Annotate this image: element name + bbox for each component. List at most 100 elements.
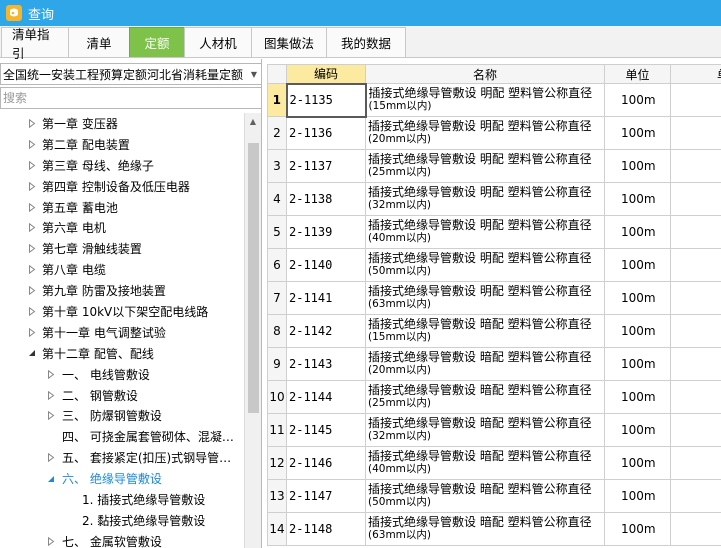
tree-scrollbar[interactable]: ▲ xyxy=(244,113,261,548)
header-code[interactable]: 编码 xyxy=(286,64,366,84)
tab-atlas-method[interactable]: 图集做法 xyxy=(251,27,327,57)
tree-item[interactable]: 第一章 变压器 xyxy=(0,113,244,134)
cell-code[interactable]: 2-1143 xyxy=(286,347,366,381)
triangle-right-icon[interactable] xyxy=(27,244,37,254)
tree-item[interactable]: 第十一章 电气调整试验 xyxy=(0,322,244,343)
cell-code[interactable]: 2-1145 xyxy=(286,413,366,447)
triangle-right-icon[interactable] xyxy=(27,139,37,149)
triangle-right-icon[interactable] xyxy=(46,390,56,400)
cell-name[interactable]: 插接式绝缘导管敷设 暗配 塑料管公称直径 (20mm以内) xyxy=(365,347,605,381)
header-price[interactable]: 单价 xyxy=(670,64,721,84)
cell-code[interactable]: 2-1139 xyxy=(286,215,366,249)
cell-name[interactable]: 插接式绝缘导管敷设 暗配 塑料管公称直径 (40mm以内) xyxy=(365,446,605,480)
tree-item[interactable]: 第三章 母线、绝缘子 xyxy=(0,155,244,176)
cell-price[interactable]: 5 xyxy=(670,83,721,117)
cell-unit[interactable]: 100m xyxy=(604,413,671,447)
table-row[interactable]: 42-1138插接式绝缘导管敷设 明配 塑料管公称直径(32mm以内)100m7 xyxy=(267,182,721,216)
search-input[interactable] xyxy=(0,87,262,109)
cell-price[interactable]: 7 xyxy=(670,512,721,546)
cell-name[interactable]: 插接式绝缘导管敷设 暗配 塑料管公称直径 (25mm以内) xyxy=(365,380,605,414)
cell-name[interactable]: 插接式绝缘导管敷设 暗配 塑料管公称直径 (50mm以内) xyxy=(365,479,605,513)
quota-library-select[interactable]: 全国统一安装工程预算定额河北省消耗量定额 ▼ xyxy=(0,63,262,85)
table-row[interactable]: 32-1137插接式绝缘导管敷设 明配 塑料管公称直径(25mm以内)100m6 xyxy=(267,149,721,183)
triangle-right-icon[interactable] xyxy=(46,536,56,546)
table-row[interactable]: 92-1143插接式绝缘导管敷设 暗配 塑料管公称直径(20mm以内)100m4 xyxy=(267,347,721,381)
cell-name[interactable]: 插接式绝缘导管敷设 明配 塑料管公称直径 (15mm以内) xyxy=(365,83,605,117)
cell-price[interactable]: 5 xyxy=(670,446,721,480)
cell-code[interactable]: 2-1141 xyxy=(286,281,366,315)
table-row[interactable]: 12-1135插接式绝缘导管敷设 明配 塑料管公称直径(15mm以内)100m5 xyxy=(267,82,721,118)
tree-item[interactable]: 三、 防爆钢管敷设 xyxy=(0,405,244,426)
tree-item[interactable]: 第四章 控制设备及低压电器 xyxy=(0,176,244,197)
chevron-down-icon[interactable]: ▼ xyxy=(247,70,261,79)
cell-unit[interactable]: 100m xyxy=(604,215,671,249)
table-row[interactable]: 12 2-1146 插接式绝缘导管敷设 暗配 塑料管公称直径 (40mm以内) 100m… xyxy=(267,446,721,480)
cell-name[interactable]: 插接式绝缘导管敷设 明配 塑料管公称直径 (32mm以内) xyxy=(365,182,605,216)
cell-code[interactable]: 2-1136 xyxy=(286,116,366,150)
tab-quota[interactable]: 定额 xyxy=(129,27,185,57)
triangle-right-icon[interactable] xyxy=(46,369,56,379)
triangle-right-icon[interactable] xyxy=(27,181,37,191)
tree-item[interactable]: 第十二章 配管、配线 xyxy=(0,343,244,364)
cell-name[interactable]: 插接式绝缘导管敷设 明配 塑料管公称直径 (40mm以内) xyxy=(365,215,605,249)
cell-code[interactable]: 2-1148 xyxy=(286,512,366,546)
tab-list-guide[interactable]: 清单指引 xyxy=(1,27,69,61)
triangle-right-icon[interactable] xyxy=(27,306,37,316)
table-row[interactable]: 10 2-1144 插接式绝缘导管敷设 暗配 塑料管公称直径 (25mm以内) 100m… xyxy=(267,380,721,414)
cell-name[interactable]: 插接式绝缘导管敷设 明配 塑料管公称直径 (25mm以内) xyxy=(365,149,605,183)
tree-item[interactable]: 六、 绝缘导管敷设 xyxy=(0,468,244,489)
cell-price[interactable]: 4 xyxy=(670,347,721,381)
cell-code[interactable]: 2-1147 xyxy=(286,479,366,513)
table-row[interactable]: 72-1141插接式绝缘导管敷设 明配 塑料管公称直径(63mm以内)100m1… xyxy=(267,281,721,315)
tree-item[interactable]: 七、 金属软管敷设 xyxy=(0,531,244,548)
cell-price[interactable]: 4 xyxy=(670,314,721,348)
triangle-right-icon[interactable] xyxy=(27,286,37,296)
cell-price[interactable]: 6 xyxy=(670,149,721,183)
triangle-right-icon[interactable] xyxy=(27,223,37,233)
cell-unit[interactable]: 100m xyxy=(604,116,671,150)
cell-unit[interactable]: 100m xyxy=(604,248,671,282)
cell-price[interactable]: 11 xyxy=(670,281,721,315)
scrollbar-thumb[interactable] xyxy=(248,143,259,413)
triangle-down-icon[interactable] xyxy=(27,348,37,358)
header-unit[interactable]: 单位 xyxy=(604,64,671,84)
tree-item[interactable]: 第六章 电机 xyxy=(0,217,244,238)
cell-unit[interactable]: 100m xyxy=(604,182,671,216)
cell-unit[interactable]: 100m xyxy=(604,281,671,315)
cell-name[interactable]: 插接式绝缘导管敷设 暗配 塑料管公称直径 (15mm以内) xyxy=(365,314,605,348)
cell-price[interactable]: 7 xyxy=(670,215,721,249)
cell-code[interactable]: 2-1146 xyxy=(286,446,366,480)
cell-price[interactable]: 6 xyxy=(670,479,721,513)
cell-unit[interactable]: 100m xyxy=(604,347,671,381)
triangle-right-icon[interactable] xyxy=(27,160,37,170)
cell-unit[interactable]: 100m xyxy=(604,314,671,348)
cell-price[interactable]: 5 xyxy=(670,413,721,447)
tree-item[interactable]: 第二章 配电装置 xyxy=(0,134,244,155)
cell-unit[interactable]: 100m xyxy=(604,512,671,546)
tree-item[interactable]: 2. 黏接式绝缘导管敷设 xyxy=(0,510,244,531)
tab-my-data[interactable]: 我的数据 xyxy=(326,27,406,57)
triangle-right-icon[interactable] xyxy=(27,202,37,212)
tree-item[interactable]: 第十章 10kV以下架空配电线路 xyxy=(0,301,244,322)
cell-name[interactable]: 插接式绝缘导管敷设 明配 塑料管公称直径 (50mm以内) xyxy=(365,248,605,282)
table-row[interactable]: 14 2-1148 插接式绝缘导管敷设 暗配 塑料管公称直径 (63mm以内) 100m… xyxy=(267,512,721,546)
cell-name[interactable]: 插接式绝缘导管敷设 明配 塑料管公称直径 (63mm以内) xyxy=(365,281,605,315)
tree-item[interactable]: 一、 电线管敷设 xyxy=(0,364,244,385)
tree-item[interactable]: 第五章 蓄电池 xyxy=(0,197,244,218)
cell-code[interactable]: 2-1138 xyxy=(286,182,366,216)
cell-price[interactable]: 6 xyxy=(670,116,721,150)
table-row[interactable]: 13 2-1147 插接式绝缘导管敷设 暗配 塑料管公称直径 (50mm以内) 100m… xyxy=(267,479,721,513)
tree-item[interactable]: 二、 钢管敷设 xyxy=(0,385,244,406)
cell-code[interactable]: 2-1142 xyxy=(286,314,366,348)
tree-item[interactable]: 五、 套接紧定(扣压)式钢导管… xyxy=(0,447,244,468)
triangle-right-icon[interactable] xyxy=(27,327,37,337)
tree-item[interactable]: 第七章 滑触线装置 xyxy=(0,238,244,259)
cell-unit[interactable]: 100m xyxy=(604,83,671,117)
triangle-down-icon[interactable] xyxy=(46,474,56,484)
table-row[interactable]: 11 2-1145 插接式绝缘导管敷设 暗配 塑料管公称直径 (32mm以内) 100m… xyxy=(267,413,721,447)
cell-code[interactable]: 2-1135 xyxy=(285,82,367,118)
cell-name[interactable]: 插接式绝缘导管敷设 明配 塑料管公称直径 (20mm以内) xyxy=(365,116,605,150)
scroll-up-icon[interactable]: ▲ xyxy=(245,113,261,129)
cell-unit[interactable]: 100m xyxy=(604,446,671,480)
cell-price[interactable]: 7 xyxy=(670,182,721,216)
